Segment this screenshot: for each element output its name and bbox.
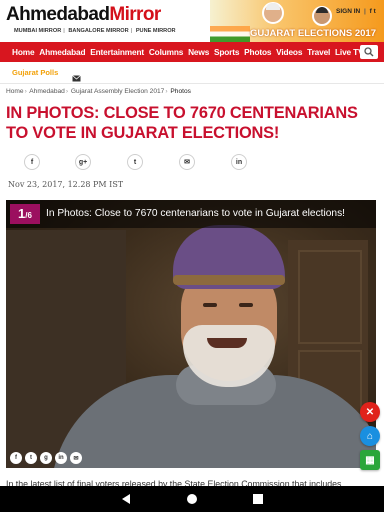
header-social-icons[interactable]: f t: [370, 8, 376, 15]
banner-portrait-2: [312, 6, 332, 26]
back-icon[interactable]: [120, 493, 132, 505]
photo-google-plus-icon[interactable]: g: [40, 452, 52, 464]
nav-item-sports[interactable]: Sports: [214, 47, 240, 57]
recents-icon[interactable]: [252, 493, 264, 505]
breadcrumb-home[interactable]: Home: [6, 88, 24, 95]
facebook-icon[interactable]: f: [24, 154, 40, 170]
sister-link-bangalore[interactable]: BANGALORE MIRROR: [68, 28, 128, 34]
signin-link[interactable]: SIGN IN | f t: [336, 8, 376, 15]
breadcrumb: Home› Ahmedabad› Gujarat Assembly Electi…: [6, 88, 191, 95]
nav-item-entertainment[interactable]: Entertainment: [90, 47, 144, 57]
nav-item-ahmedabad[interactable]: Ahmedabad: [39, 47, 85, 57]
gallery-caption: In Photos: Close to 7670 centenarians to…: [46, 208, 346, 219]
linkedin-icon[interactable]: in: [231, 154, 247, 170]
sister-link-mumbai[interactable]: MUMBAI MIRROR: [14, 28, 61, 34]
photo-twitter-icon[interactable]: t: [25, 452, 37, 464]
gallery-counter-total: 6: [27, 211, 32, 220]
page: AhmedabadMirror MUMBAI MIRROR | BANGALORE…: [0, 0, 384, 512]
main-nav: Home Ahmedabad Entertainment Columns New…: [0, 42, 384, 62]
nav-item-photos[interactable]: Photos: [244, 47, 271, 57]
sister-sites: MUMBAI MIRROR | BANGALORE MIRROR | PUNE MI…: [14, 28, 176, 34]
system-nav-bar: [0, 486, 384, 512]
centenarian-photo-subject: [51, 225, 376, 468]
logo-text-mirror: Mirror: [109, 4, 161, 25]
breadcrumb-ahmedabad[interactable]: Ahmedabad: [29, 88, 65, 95]
gallery-caption-bar: 1/6 In Photos: Close to 7670 centenarian…: [6, 200, 376, 228]
breadcrumb-election[interactable]: Gujarat Assembly Election 2017: [71, 88, 164, 95]
search-button[interactable]: [360, 45, 378, 59]
breadcrumb-photos[interactable]: Photos: [170, 88, 191, 95]
photo-share-bar: f t g in ✉: [10, 452, 85, 464]
photo-gallery[interactable]: 1/6 In Photos: Close to 7670 centenarian…: [6, 200, 376, 468]
article-date: Nov 23, 2017, 12.28 PM IST: [8, 180, 124, 189]
nav-item-home[interactable]: Home: [12, 47, 35, 57]
search-icon: [364, 47, 374, 57]
logo-text-ahmedabad: Ahmedabad: [6, 4, 110, 25]
photo-email-icon[interactable]: ✉: [70, 452, 82, 464]
nav-item-videos[interactable]: Videos: [276, 47, 302, 57]
gallery-counter: 1/6: [10, 204, 40, 224]
grid-menu-icon[interactable]: ▦: [360, 450, 380, 470]
nav-item-columns[interactable]: Columns: [149, 47, 184, 57]
nav-item-travel[interactable]: Travel: [307, 47, 330, 57]
email-icon[interactable]: ✉: [179, 154, 195, 170]
site-logo[interactable]: AhmedabadMirror: [6, 5, 161, 25]
twitter-icon[interactable]: t: [127, 154, 143, 170]
photo-linkedin-icon[interactable]: in: [55, 452, 67, 464]
mail-icon[interactable]: [72, 69, 81, 87]
election-banner[interactable]: SIGN IN | f t GUJARAT ELECTIONS 2017: [210, 0, 384, 42]
banner-portrait-1: [262, 2, 284, 24]
close-icon[interactable]: ✕: [360, 402, 380, 422]
google-plus-icon[interactable]: g+: [75, 154, 91, 170]
photo-facebook-icon[interactable]: f: [10, 452, 22, 464]
sister-link-pune[interactable]: PUNE MIRROR: [136, 28, 176, 34]
share-bar: f g+ t ✉ in: [0, 154, 384, 170]
flag-decoration: [210, 26, 250, 42]
site-header: AhmedabadMirror MUMBAI MIRROR | BANGALORE…: [0, 0, 384, 42]
article-headline: IN PHOTOS: CLOSE TO 7670 CENTENARIANS TO…: [6, 104, 358, 142]
signin-label: SIGN IN: [336, 8, 361, 15]
subnav-item-gujarat-polls[interactable]: Gujarat Polls: [12, 68, 58, 77]
sub-nav: Gujarat Polls: [0, 62, 384, 84]
home-nav-icon[interactable]: [186, 493, 198, 505]
nav-item-news[interactable]: News: [188, 47, 209, 57]
gallery-photo: [6, 200, 376, 468]
home-icon[interactable]: ⌂: [360, 426, 380, 446]
banner-title: GUJARAT ELECTIONS 2017: [250, 28, 376, 39]
